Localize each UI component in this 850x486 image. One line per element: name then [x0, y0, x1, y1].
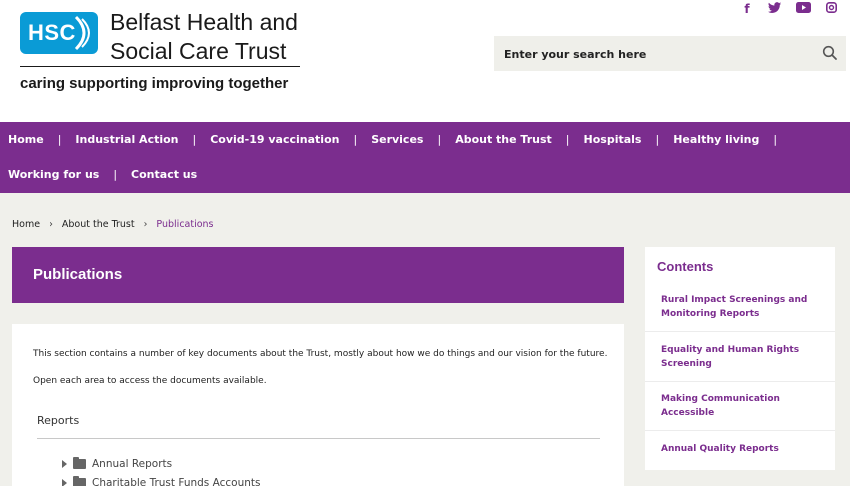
nav-separator: |: [113, 168, 118, 181]
nav-working-for-us[interactable]: Working for us: [8, 168, 99, 181]
nav-healthy-living[interactable]: Healthy living: [673, 133, 759, 146]
folder-icon: [73, 457, 86, 469]
nav-contact-us[interactable]: Contact us: [131, 168, 197, 181]
sidebar-heading: Contents: [657, 259, 714, 274]
org-name-line1: Belfast Health and: [110, 9, 298, 35]
sidebar-divider: [645, 381, 835, 382]
nav-services[interactable]: Services: [371, 133, 423, 146]
tree-item-label: Annual Reports: [92, 458, 173, 470]
breadcrumb-separator: ›: [143, 219, 148, 230]
logo-divider: [20, 66, 300, 67]
facebook-icon[interactable]: f: [738, 2, 756, 16]
hsc-logo-badge: HSC: [20, 12, 98, 54]
sidebar-link-communication[interactable]: Making Communication Accessible: [661, 392, 821, 420]
twitter-icon[interactable]: [766, 2, 784, 16]
nav-industrial-action[interactable]: Industrial Action: [75, 133, 178, 146]
org-name: Belfast Health and Social Care Trust: [110, 8, 298, 66]
instagram-icon[interactable]: [822, 2, 840, 16]
caret-right-icon: [62, 460, 67, 468]
nav-about-the-trust[interactable]: About the Trust: [455, 133, 552, 146]
search-input[interactable]: [504, 44, 804, 64]
contents-sidebar: Contents Rural Impact Screenings and Mon…: [645, 247, 835, 470]
main-nav: Home | Industrial Action | Covid-19 vacc…: [0, 122, 850, 193]
breadcrumb-current: Publications: [156, 219, 214, 230]
nav-separator: |: [353, 133, 358, 146]
breadcrumb-about-the-trust[interactable]: About the Trust: [62, 219, 135, 230]
search-icon[interactable]: [822, 45, 838, 61]
breadcrumb: Home › About the Trust › Publications: [12, 219, 214, 230]
intro-text: This section contains a number of key do…: [33, 349, 608, 359]
tree-item-label: Charitable Trust Funds Accounts: [92, 477, 261, 486]
sidebar-divider: [645, 430, 835, 431]
content-card: This section contains a number of key do…: [12, 324, 624, 486]
nav-row-2: Working for us | Contact us: [8, 157, 850, 192]
page-title: Publications: [33, 266, 123, 283]
tree-item-annual-reports[interactable]: Annual Reports: [62, 457, 173, 470]
nav-home[interactable]: Home: [8, 133, 44, 146]
social-links: f: [738, 2, 840, 16]
youtube-icon[interactable]: [794, 2, 812, 16]
hsc-logo-text: HSC: [28, 20, 76, 45]
site-search: [494, 36, 846, 71]
logo-swoosh-icon: [74, 15, 90, 51]
breadcrumb-home[interactable]: Home: [12, 219, 40, 230]
nav-hospitals[interactable]: Hospitals: [584, 133, 642, 146]
section-heading-reports: Reports: [37, 414, 80, 427]
sidebar-link-quality-reports[interactable]: Annual Quality Reports: [661, 442, 821, 456]
page-title-banner: Publications: [12, 247, 624, 303]
nav-separator: |: [773, 133, 778, 146]
section-divider: [37, 438, 600, 439]
org-name-line2: Social Care Trust: [110, 38, 287, 64]
caret-right-icon: [62, 479, 67, 486]
breadcrumb-separator: ›: [49, 219, 53, 230]
nav-separator: |: [565, 133, 570, 146]
nav-separator: |: [192, 133, 197, 146]
nav-separator: |: [655, 133, 660, 146]
site-header: HSC Belfast Health and Social Care Trust…: [0, 0, 850, 122]
sidebar-divider: [645, 331, 835, 332]
tagline: caring supporting improving together: [20, 75, 289, 92]
sidebar-link-rural-impact[interactable]: Rural Impact Screenings and Monitoring R…: [661, 293, 821, 321]
nav-row-1: Home | Industrial Action | Covid-19 vacc…: [8, 122, 850, 157]
tree-item-charitable-trust-funds[interactable]: Charitable Trust Funds Accounts: [62, 476, 261, 486]
instruction-text: Open each area to access the documents a…: [33, 376, 267, 386]
folder-icon: [73, 476, 86, 486]
nav-separator: |: [437, 133, 442, 146]
nav-separator: |: [57, 133, 62, 146]
sidebar-link-equality[interactable]: Equality and Human Rights Screening: [661, 343, 821, 371]
nav-covid-vaccination[interactable]: Covid-19 vaccination: [210, 133, 339, 146]
